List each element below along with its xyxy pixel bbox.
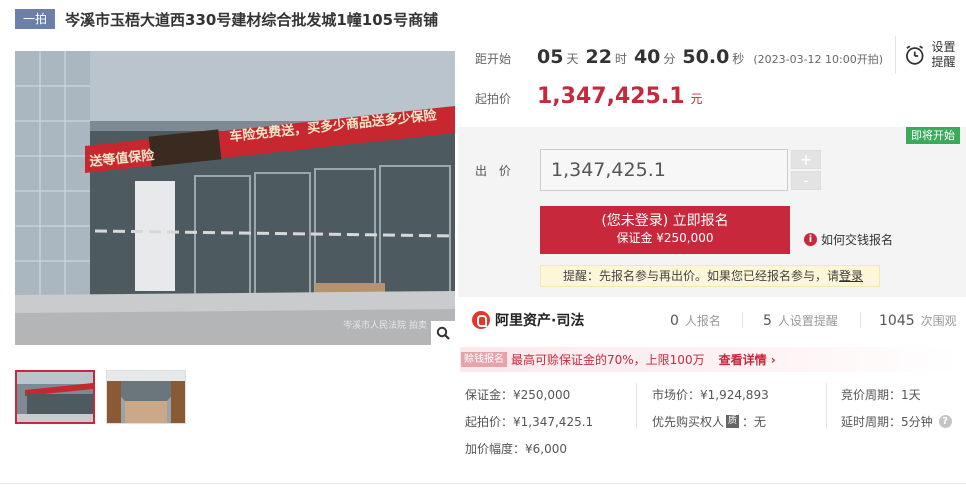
login-reminder-notice: 提醒：先报名参与再出价。如果您已经报名参与，请登录: [540, 265, 880, 287]
thumbnail-1[interactable]: [15, 370, 95, 424]
loan-details-link[interactable]: 查看详情 ›: [719, 351, 776, 368]
loan-text: 最高可赊保证金的70%，上限100万: [511, 353, 705, 367]
countdown-days: 05: [537, 46, 564, 68]
photo-watermark: 岑溪市人民法院 拍卖: [343, 321, 427, 331]
page-title: 岑溪市玉梧大道西330号建材综合批发城1幢105号商铺: [65, 10, 439, 29]
column-divider: [826, 383, 827, 429]
reminder-count: 5 人设置提醒: [763, 312, 838, 329]
stat-divider: [742, 312, 743, 328]
countdown-minutes-unit: 分: [663, 52, 676, 66]
loan-details-label: 查看详情: [718, 353, 767, 367]
thumbnail-2[interactable]: [106, 370, 186, 424]
alarm-clock-icon: [906, 45, 924, 65]
stat-divider: [860, 312, 861, 328]
bid-label: 出 价: [475, 164, 515, 178]
how-to-pay-label: 如何交钱报名: [821, 233, 894, 247]
increment-detail: 加价幅度：¥6,000: [465, 442, 567, 456]
loan-badge: 赊钱报名: [461, 352, 507, 367]
priority-buyer-detail: 优先购买权人 质 ：无: [652, 413, 766, 430]
countdown-hours: 22: [585, 46, 612, 68]
reminder-count-number: 5: [763, 312, 772, 329]
thumbnail-strip: [15, 370, 186, 424]
register-now-button[interactable]: (您未登录) 立即报名 保证金 ¥250,000: [540, 206, 790, 254]
deposit-detail: 保证金：¥250,000: [465, 388, 571, 402]
countdown-seconds: 50.0: [682, 46, 730, 68]
set-reminder-button[interactable]: 设置提醒: [895, 36, 957, 74]
view-count: 1045 次围观: [879, 312, 957, 329]
auction-round-badge: 一拍: [15, 9, 56, 29]
register-button-label: (您未登录) 立即报名: [601, 213, 729, 229]
help-icon[interactable]: ?: [938, 415, 952, 428]
status-badge: 即将开始: [906, 127, 960, 144]
view-count-label: 次围观: [920, 313, 957, 328]
priority-buyer-value: ：无: [742, 415, 767, 429]
signup-count-number: 0: [670, 312, 679, 329]
start-price-row: 起拍价 1,347,425.1 元: [475, 84, 703, 109]
chevron-right-icon: ›: [770, 353, 776, 367]
countdown-row: 距开始 05 天 22 时 40 分 50.0 秒 (2023-03-12 10…: [475, 46, 883, 68]
storefront-illustration: 送等值保险 车险免费送，买多少商品送多少保险: [15, 51, 455, 345]
auction-start-time: (2023-03-12 10:00开拍): [753, 53, 884, 66]
column-divider: [636, 383, 637, 429]
delay-period-text: 延时周期：5分钟: [841, 415, 933, 429]
bid-panel: 即将开始 出 价 + - (您未登录) 立即报名 保证金 ¥250,000 i …: [458, 127, 966, 297]
register-deposit-label: 保证金 ¥250,000: [616, 231, 714, 245]
priority-buyer-label: 优先购买权人: [652, 415, 725, 429]
increase-bid-button[interactable]: +: [791, 150, 821, 169]
set-reminder-label: 设置提醒: [931, 40, 956, 69]
notice-text: 提醒：先报名参与再出价。如果您已经报名参与，请: [563, 269, 840, 283]
title-row: 一拍 岑溪市玉梧大道西330号建材综合批发城1幢105号商铺: [15, 8, 438, 30]
decrease-bid-button[interactable]: -: [791, 171, 821, 190]
view-count-number: 1045: [879, 312, 915, 329]
start-price-label: 起拍价: [475, 92, 512, 106]
countdown-seconds-unit: 秒: [732, 52, 745, 66]
bid-amount-input[interactable]: [540, 149, 788, 191]
ali-assets-icon: [472, 311, 490, 329]
deposit-loan-banner: 赊钱报名 最高可赊保证金的70%，上限100万 查看详情 ›: [460, 347, 960, 372]
countdown-label: 距开始: [475, 52, 512, 66]
how-to-pay-link[interactable]: i 如何交钱报名: [804, 231, 893, 248]
market-price-detail: 市场价：¥1,924,893: [652, 388, 769, 402]
priority-badge-icon[interactable]: 质: [726, 415, 740, 428]
start-price-unit: 元: [690, 92, 703, 106]
info-icon: i: [804, 233, 817, 246]
platform-stats-row: 阿里资产·司法 0 人报名 5 人设置提醒 1045 次围观: [472, 306, 962, 334]
bottom-divider: [0, 483, 966, 484]
signup-count: 0 人报名: [670, 312, 721, 329]
main-property-photo[interactable]: 送等值保险 车险免费送，买多少商品送多少保险 岑溪市人民法院 拍卖: [15, 51, 455, 345]
delay-period-detail: 延时周期：5分钟 ?: [841, 413, 952, 430]
start-price-value: 1,347,425.1: [537, 84, 685, 109]
platform-name: 阿里资产·司法: [495, 313, 585, 329]
countdown-minutes: 40: [633, 46, 661, 68]
magnify-icon[interactable]: [431, 321, 455, 345]
signup-count-label: 人报名: [684, 313, 721, 328]
start-price-detail: 起拍价：¥1,347,425.1: [465, 415, 594, 429]
reminder-count-label: 人设置提醒: [777, 313, 838, 328]
login-link[interactable]: 登录: [839, 269, 863, 283]
bid-period-detail: 竞价周期：1天: [841, 388, 921, 402]
countdown-days-unit: 天: [566, 52, 579, 66]
ali-assets-logo[interactable]: 阿里资产·司法: [472, 310, 584, 330]
countdown-hours-unit: 时: [614, 52, 627, 66]
